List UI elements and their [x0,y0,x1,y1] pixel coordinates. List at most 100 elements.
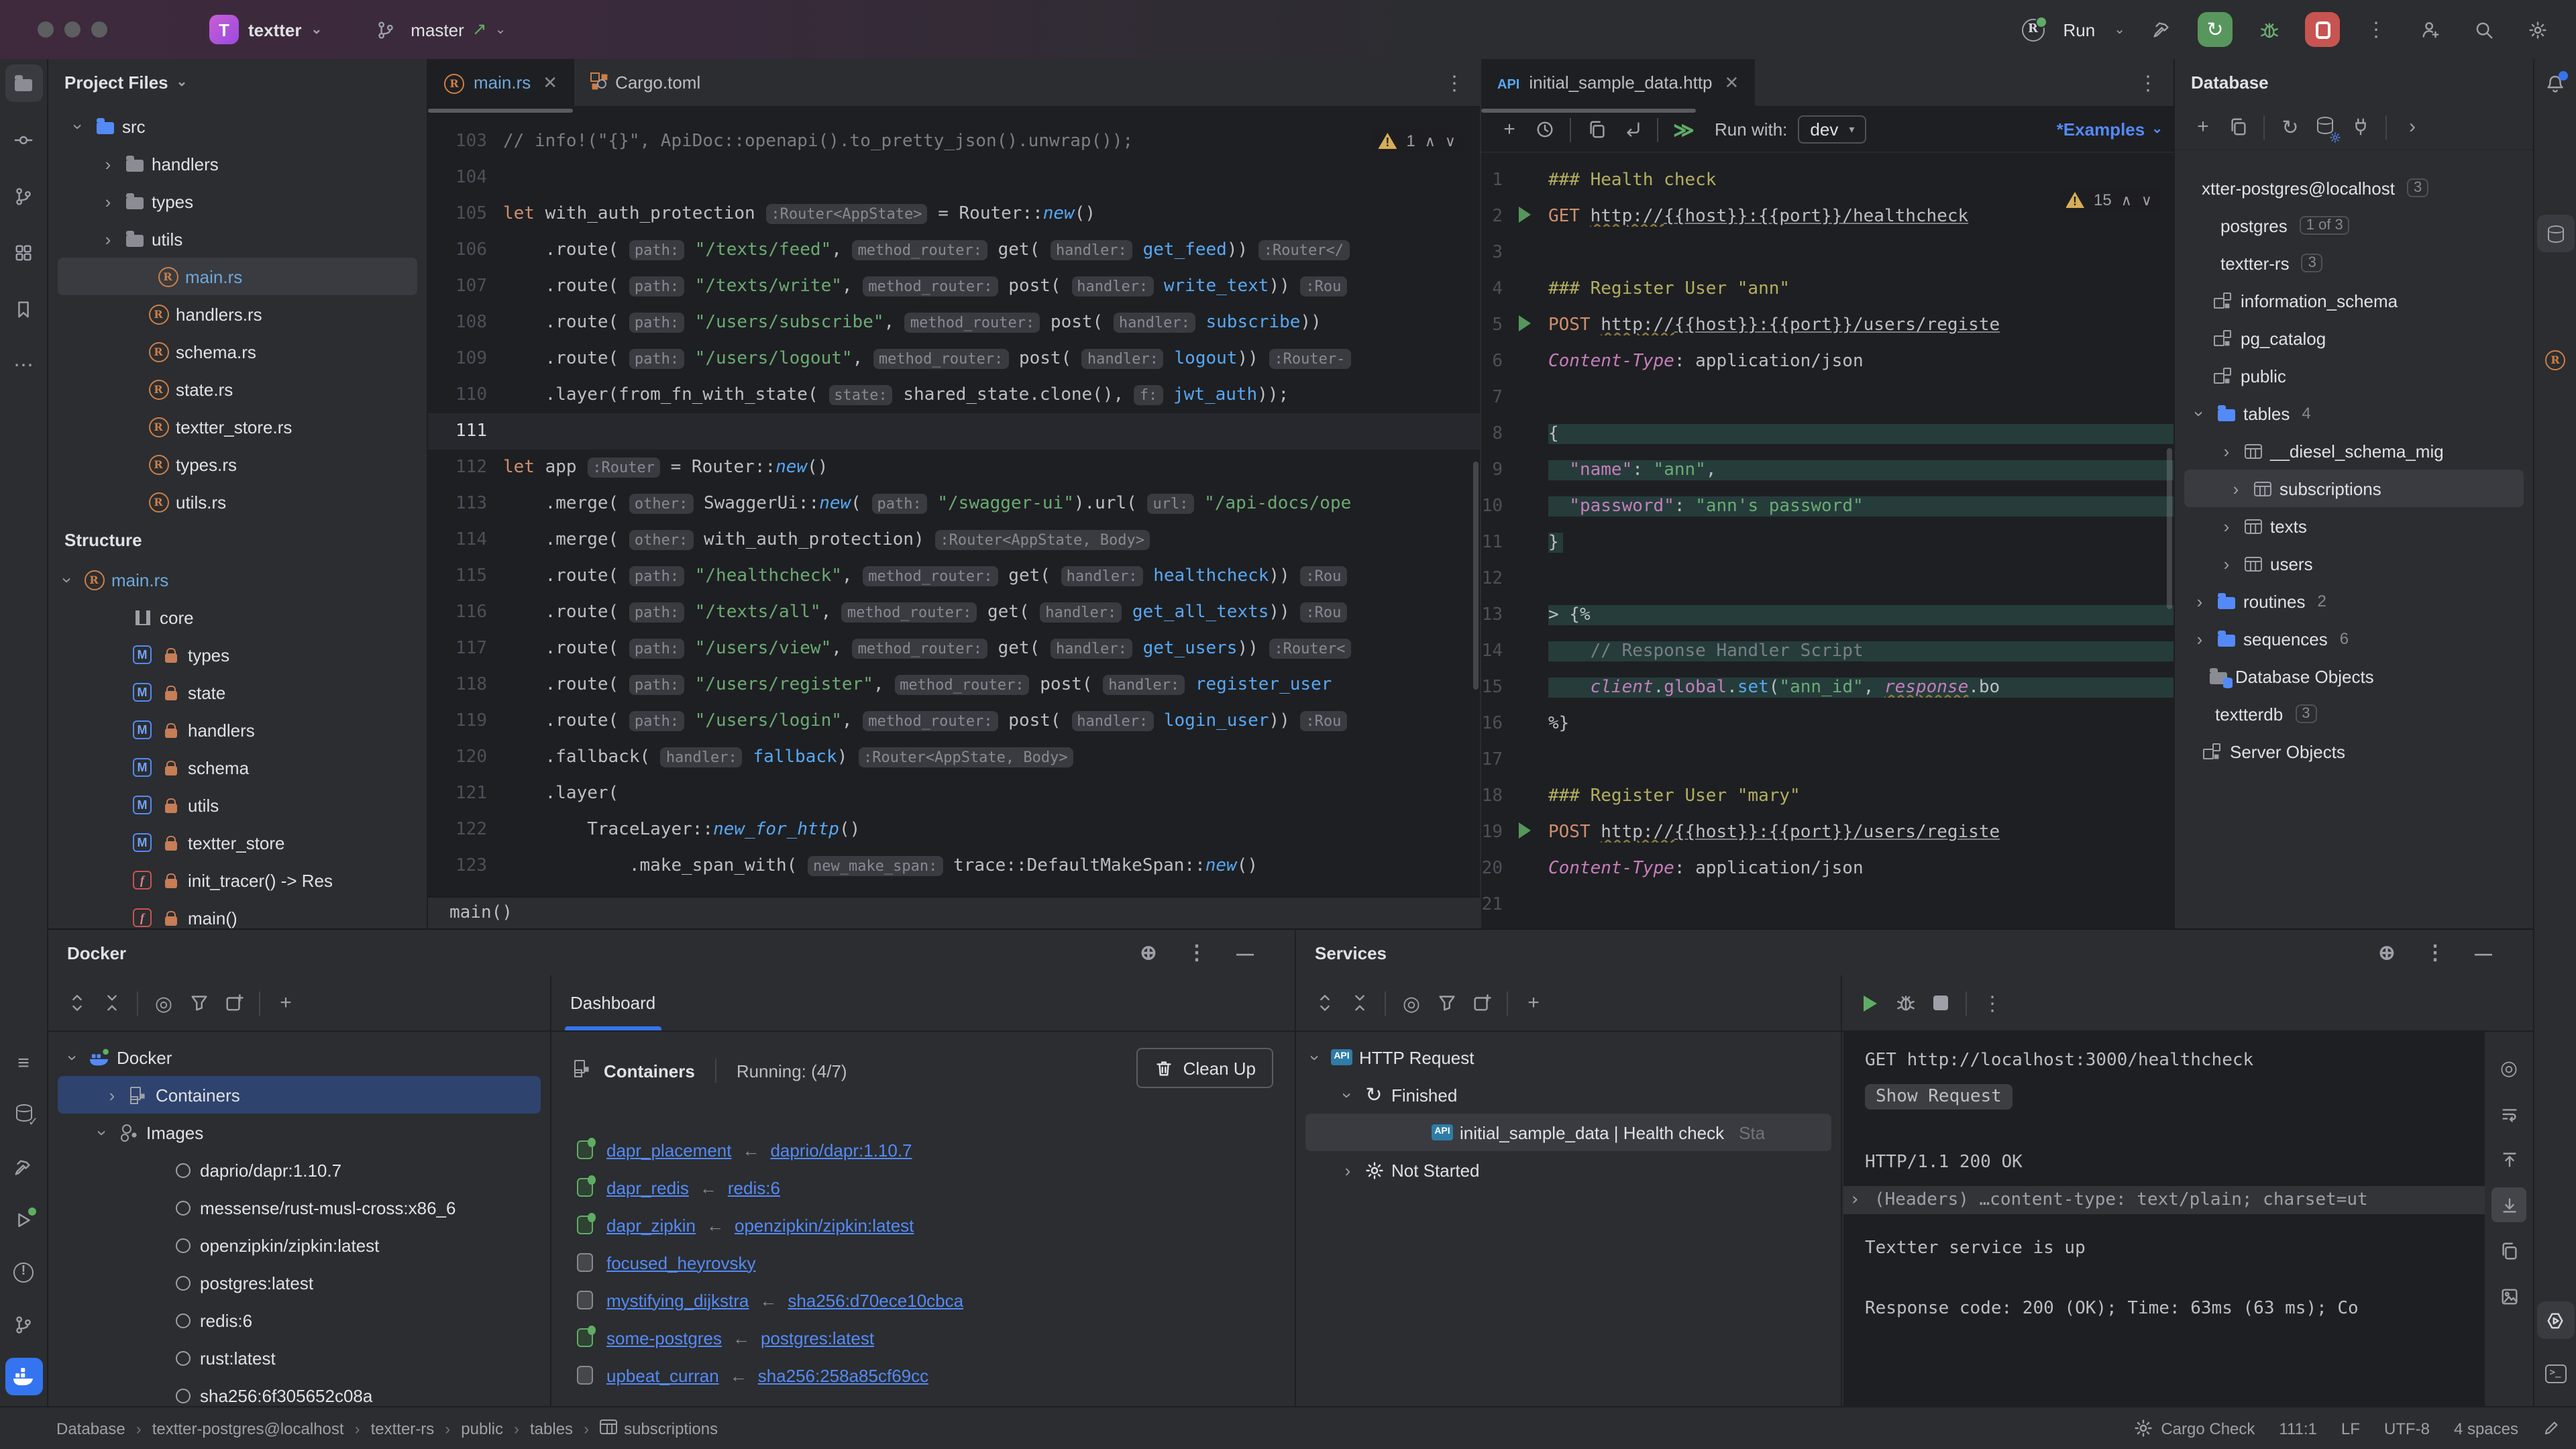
code-line[interactable]: 106 .route( path: "/texts/feed", method_… [428,232,1480,268]
tree-row[interactable]: ›Rschema.rs [48,333,427,370]
tab-main-rs[interactable]: R main.rs ✕ [428,59,574,107]
tree-row[interactable]: › handlers [48,145,427,182]
tree-row[interactable]: ›Rmain.rs [58,258,417,295]
tool-database-changes[interactable]: ✓ [5,1096,42,1134]
tool-more[interactable]: ⋯ [5,346,42,384]
code-line[interactable]: 108 .route( path: "/users/subscribe", me… [428,305,1480,341]
import[interactable] [1614,112,1649,147]
cargo-check-widget[interactable]: Cargo Check [2133,1418,2255,1438]
add-connection[interactable]: + [268,985,303,1020]
tree-row[interactable]: ›xtter-postgres@localhost3 [2175,169,2533,207]
docker-options[interactable]: ⋮ [1179,935,1214,970]
tree-row[interactable]: › sequences 6 [2175,620,2533,657]
run-request-icon[interactable] [1519,206,1531,222]
notifications[interactable] [2536,64,2574,102]
breadcrumb-item[interactable]: public [461,1419,503,1438]
project-panel-header[interactable]: Project Files ⌄ [48,59,427,105]
image-link[interactable]: sha256:258a85cf69cc [758,1365,928,1385]
code-line[interactable]: 120 .fallback( handler: fallback) :Route… [428,739,1480,775]
tab-initial-sample-data[interactable]: API initial_sample_data.http ✕ [1481,59,1756,107]
tree-row[interactable]: ›fmain() [48,899,427,928]
code-line[interactable]: 117 .route( path: "/users/view", method_… [428,631,1480,667]
tree-row[interactable]: › ↻ Finished [1296,1076,1841,1114]
tree-row[interactable]: ›pg_catalog [2175,319,2533,357]
scroll-to-top[interactable] [2491,1142,2526,1177]
chevron-down-icon[interactable]: › [58,571,78,588]
code-line[interactable]: 12 [1481,561,2174,597]
chevron-down-icon[interactable]: › [68,117,89,135]
container-row[interactable]: mystifying_dijkstra ← sha256:d70ece10cbca [553,1281,1295,1319]
tree-row[interactable]: › utils [48,220,427,258]
response-console[interactable]: GET http://localhost:3000/healthcheck Sh… [1843,1032,2485,1406]
tree-row[interactable]: ›finit_tracer() -> Res [48,861,427,899]
tool-todo[interactable]: ≡ [5,1044,42,1081]
more-actions-button[interactable]: ⋮ [2359,12,2394,47]
container-row[interactable]: upbeat_curran ← sha256:258a85cf69cc [553,1356,1295,1394]
v-scrollbar[interactable] [1473,462,1479,690]
collapse-all[interactable] [1342,985,1377,1020]
close-window-button[interactable] [38,21,54,38]
tool-terminal[interactable]: >_ [2536,1355,2574,1393]
code-line[interactable]: 10 "password": "ann's password" [1481,488,2174,525]
chevron-down-icon[interactable]: › [2190,405,2210,422]
inspection-widget[interactable]: ! 1 ∧ ∨ [1370,129,1464,153]
code-line[interactable]: 114 .merge( other: with_auth_protection)… [428,522,1480,558]
container-link[interactable]: dapr_redis [606,1177,689,1197]
tree-row[interactable]: ›Database Objects [2175,657,2533,695]
chevron-right-icon[interactable]: › [2191,591,2208,611]
code-line[interactable]: 19 POST http://{{host}}:{{port}}/users/re… [1481,814,2174,851]
open-in-new-tab[interactable] [216,985,251,1020]
breadcrumb[interactable]: Database › textter-postgres@localhost › text… [56,1419,718,1438]
tree-row[interactable]: ›Rmain.rs [48,561,427,598]
code-line[interactable]: 111 [428,413,1480,449]
vcs-widget[interactable]: master ↗ ⌄ [368,12,506,47]
tree-row[interactable]: › Images [48,1114,550,1151]
readonly-toggle-icon[interactable] [2542,1419,2560,1437]
tool-problems[interactable]: ! [5,1253,42,1291]
chevron-down-icon[interactable]: › [1305,1049,1326,1066]
tree-row[interactable]: › users [2175,545,2533,582]
tree-row[interactable]: › Docker [48,1038,550,1076]
examples-dropdown[interactable]: *Examples ⌄ [2057,119,2163,140]
container-row[interactable]: dapr_redis ← redis:6 [553,1169,1295,1206]
tree-row[interactable]: ›redis:6 [48,1301,550,1339]
tab-cargo-toml[interactable]: Cargo.toml [574,59,716,107]
code-line[interactable]: 13 > {% [1481,597,2174,633]
code-line[interactable]: 9 "name": "ann", [1481,452,2174,488]
code-line[interactable]: 113 .merge( other: SwaggerUi::new( path:… [428,486,1480,522]
image-link[interactable]: openzipkin/zipkin:latest [735,1215,914,1235]
code-line[interactable]: 123 .make_span_with( new_make_span: trac… [428,848,1480,884]
editor-options-button[interactable]: ⋮ [2131,65,2165,100]
filter[interactable] [181,985,216,1020]
scroll-options[interactable]: ◎ [1394,985,1429,1020]
disconnect[interactable] [2343,109,2377,144]
docker-connect[interactable]: ⊕ [1131,935,1166,970]
breadcrumb-item[interactable]: textter-postgres@localhost [152,1419,344,1438]
chevron-right-icon[interactable]: › [2218,441,2235,461]
code-line[interactable]: 15 client.global.set("ann_id", response.… [1481,669,2174,706]
chevron-down-icon[interactable]: › [1338,1086,1358,1104]
tree-row[interactable]: ›textter-rs3 [2175,244,2533,282]
code-line[interactable]: 110 .layer(from_fn_with_state( state: sh… [428,377,1480,413]
image-link[interactable]: daprio/dapr:1.10.7 [770,1140,912,1160]
code-line[interactable]: 121 .layer( [428,775,1480,812]
docker-hide[interactable]: — [1228,935,1263,970]
tool-run[interactable] [5,1201,42,1238]
tree-row[interactable]: › Not Started [1296,1151,1841,1189]
tree-row[interactable]: ›textterdb3 [2175,695,2533,733]
tool-commit[interactable] [5,121,42,158]
code-line[interactable]: 107 .route( path: "/texts/write", method… [428,268,1480,305]
image-link[interactable]: sha256:d70ece10cbca [788,1290,963,1310]
collapse-all[interactable] [94,985,129,1020]
structure-panel-header[interactable]: Structure [48,521,427,558]
tool-docker[interactable] [5,1358,42,1395]
debug-button[interactable] [2251,12,2286,47]
code-line[interactable]: 14 // Response Handler Script [1481,633,2174,669]
stop-request[interactable] [1923,985,1957,1020]
chevron-right-icon[interactable]: › [2227,478,2245,498]
prev-problem-icon[interactable]: ∧ [2121,191,2132,209]
chevron-right-icon[interactable]: › [1339,1160,1356,1180]
debug-request[interactable] [1888,985,1923,1020]
container-row[interactable]: dapr_zipkin ← openzipkin/zipkin:latest [553,1206,1295,1244]
code-line[interactable]: 115 .route( path: "/healthcheck", method… [428,558,1480,594]
